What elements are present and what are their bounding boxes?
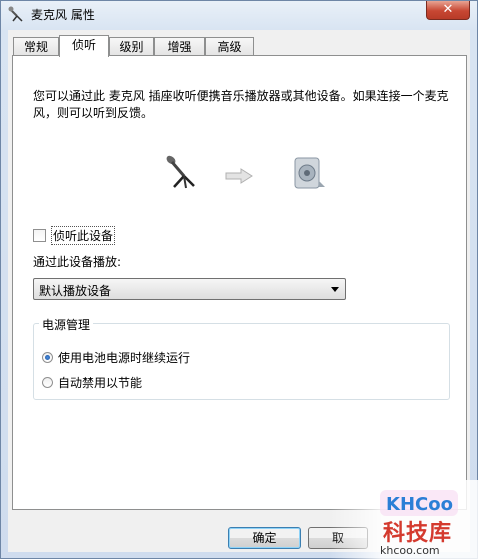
watermark-url: khcoo.com: [380, 544, 440, 557]
chevron-down-icon[interactable]: [331, 287, 339, 292]
watermark-logo: KHCoo: [380, 490, 458, 516]
tab-levels[interactable]: 级别: [109, 37, 154, 56]
svg-text:KHCoo: KHCoo: [386, 494, 453, 515]
playback-device-label: 通过此设备播放:: [33, 255, 122, 269]
speaker-device-icon: [294, 157, 325, 189]
playback-device-value: 默认播放设备: [39, 284, 112, 298]
listen-checkbox[interactable]: 侦听此设备: [33, 226, 116, 245]
checkbox-box[interactable]: [33, 229, 46, 242]
tab-advanced[interactable]: 高级: [205, 37, 254, 56]
radio-continue-on-battery-label[interactable]: 使用电池电源时继续运行: [58, 349, 190, 366]
watermark-name: 科技库: [383, 521, 453, 546]
tab-listen[interactable]: 侦听: [59, 35, 109, 57]
listen-panel: 您可以通过此 麦克风 插座收听便携音乐播放器或其他设备。如果连接一个麦克风，则可…: [12, 55, 467, 510]
listen-checkbox-label[interactable]: 侦听此设备: [51, 226, 116, 245]
radio-button[interactable]: [42, 377, 53, 388]
radio-continue-on-battery[interactable]: 使用电池电源时继续运行: [42, 349, 190, 366]
description-text: 您可以通过此 麦克风 插座收听便携音乐播放器或其他设备。如果连接一个麦克风，则可…: [33, 89, 449, 120]
close-icon: ✕: [442, 2, 454, 17]
microphone-device-icon: [166, 155, 195, 189]
title-bar: 麦克风 属性 ✕: [1, 1, 477, 27]
radio-auto-disable-label[interactable]: 自动禁用以节能: [58, 374, 142, 391]
window-title: 麦克风 属性: [31, 8, 95, 22]
playback-device-select[interactable]: 默认播放设备: [33, 278, 346, 300]
power-management-group: 电源管理 使用电池电源时继续运行 自动禁用以节能: [33, 316, 450, 400]
microphone-icon: [8, 6, 23, 22]
radio-button-selected[interactable]: [42, 352, 53, 363]
close-button[interactable]: ✕: [426, 1, 470, 20]
ok-button[interactable]: 确定: [228, 527, 301, 549]
arrow-right-icon: [225, 168, 253, 184]
power-management-title: 电源管理: [39, 316, 94, 333]
tab-general[interactable]: 常规: [13, 37, 59, 56]
radio-auto-disable[interactable]: 自动禁用以节能: [42, 374, 142, 391]
tab-enhancements[interactable]: 增强: [154, 37, 205, 56]
